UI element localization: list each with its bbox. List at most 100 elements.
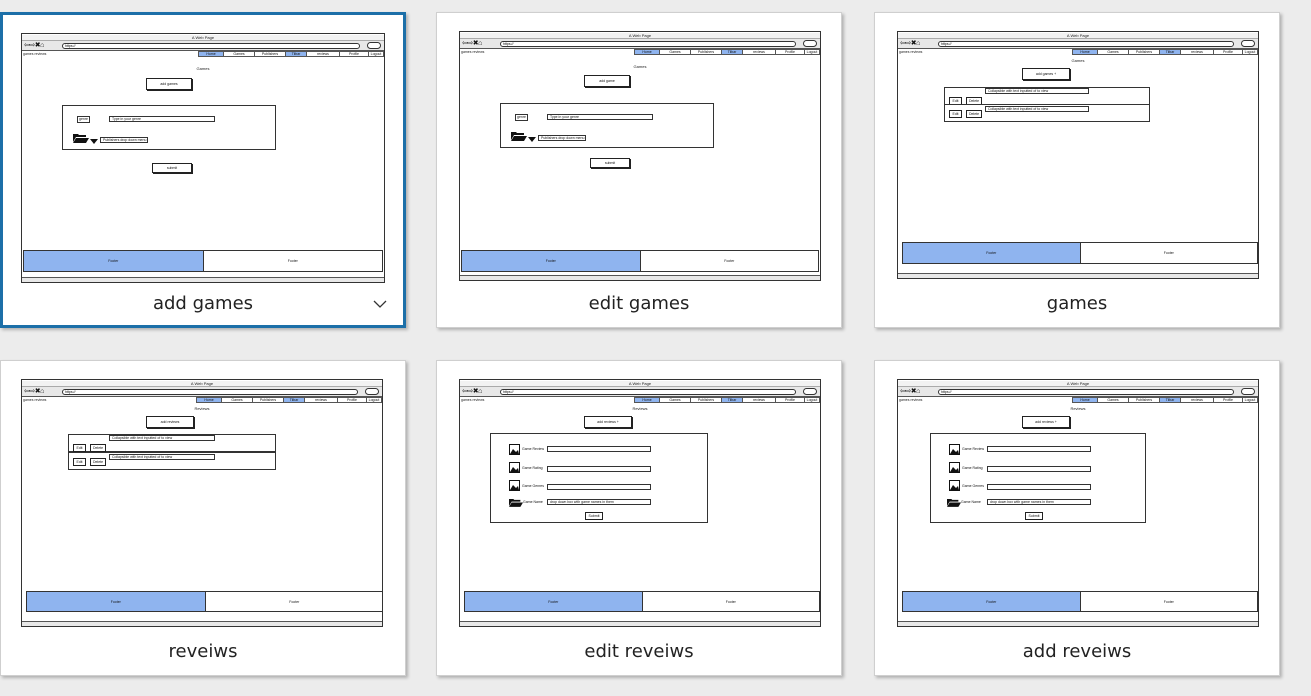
card-label: games [1046, 293, 1108, 314]
card-games[interactable]: A Web Page ⇦⇨✖⌂ https:// games reviews H… [874, 12, 1280, 328]
card-edit-reveiws[interactable]: A Web Page ⇦⇨✖⌂ https:// games reviews H… [436, 360, 842, 676]
add-reviews-button: add reviews + [1022, 416, 1070, 428]
nav-games: Games [221, 397, 253, 403]
card-add-games[interactable]: A Web Page ⇦⇨✖⌂ https:// games reviews H… [0, 12, 406, 328]
delete-button: Delete [966, 110, 982, 118]
publishers-dropdown: Publishers drop down menu [100, 137, 148, 143]
nav-profile: Profile [775, 49, 805, 55]
nav-games: Games [223, 51, 255, 57]
nav-tilbar: Tilbar [1159, 49, 1181, 55]
nav-reviews: reviews [304, 397, 338, 403]
status-bar [460, 275, 820, 280]
game-row: Edit Delete Collapsible with text inputt… [944, 87, 1150, 105]
game-genres-input [547, 484, 651, 490]
nav-games: Games [1097, 397, 1129, 403]
collapsible-text: Collapsible with text inputted of to vie… [109, 435, 215, 441]
add-game-button: add game [584, 75, 630, 87]
site-name: games reviews [461, 398, 485, 402]
game-rating-input [987, 466, 1091, 472]
chevron-down-icon[interactable] [373, 297, 387, 311]
footer-left: Footer [24, 251, 204, 271]
form-panel: genre Type in your genre Publishers drop… [62, 105, 276, 150]
card-label: edit games [588, 293, 690, 314]
image-icon [509, 462, 520, 473]
footer: Footer Footer [902, 591, 1258, 612]
nav-publishers: Publishers [1128, 49, 1160, 55]
nav-logout: Logout [366, 397, 382, 403]
review-form-panel: Game Review Game Rating Game Genres Game… [930, 433, 1146, 523]
nav-reviews: reviews [1180, 49, 1214, 55]
nav-logout: Logout [804, 397, 820, 403]
nav-profile: Profile [1213, 49, 1243, 55]
search-icon [365, 388, 379, 395]
folder-icon [73, 134, 89, 143]
nav-home: Home [198, 51, 224, 57]
card-reveiws[interactable]: A Web Page ⇦⇨✖⌂ https:// games reviews H… [0, 360, 406, 676]
dropdown-triangle-icon [528, 137, 536, 142]
browser-nav-icons: ⇦⇨✖⌂ [24, 42, 44, 49]
footer-right: Footer [1080, 243, 1257, 263]
field-label: Game Genres [522, 484, 544, 488]
url-field: https:// [938, 41, 1234, 47]
status-bar [898, 621, 1258, 626]
search-icon [803, 388, 817, 395]
edit-button: Edit [73, 458, 86, 466]
footer: Footer Footer [461, 250, 819, 272]
url-field: https:// [500, 41, 796, 47]
nav-reviews: reviews [1180, 397, 1214, 403]
folder-icon [947, 499, 961, 507]
nav-logout: Logout [368, 51, 384, 57]
nav-logout: Logout [1242, 397, 1258, 403]
nav-bar: Home Games Publishers Tilbar reviews Pro… [634, 397, 820, 403]
card-edit-games[interactable]: A Web Page ⇦⇨✖⌂ https:// games reviews H… [436, 12, 842, 328]
footer-right: Footer [203, 251, 382, 271]
search-icon [1241, 40, 1255, 47]
browser-toolbar: ⇦⇨✖⌂ https:// [22, 387, 382, 397]
genre-input: Type in your genre [547, 114, 653, 120]
nav-publishers: Publishers [252, 397, 284, 403]
site-name: games reviews [899, 398, 923, 402]
game-rating-input [547, 466, 651, 472]
collapsible-text: Collapsible with text inputted of to vie… [109, 454, 215, 460]
card-label: edit reveiws [584, 641, 694, 662]
nav-home: Home [634, 49, 660, 55]
delete-button: Delete [90, 444, 106, 452]
browser-toolbar: ⇦⇨✖⌂ https:// [22, 41, 384, 51]
folder-icon [509, 499, 523, 507]
add-games-button: add games + [1022, 68, 1070, 80]
nav-home: Home [1072, 397, 1098, 403]
site-name: games reviews [23, 398, 47, 402]
browser-nav-icons: ⇦⇨✖⌂ [462, 40, 482, 47]
page-heading: Reviews [194, 406, 210, 411]
url-field: https:// [62, 389, 358, 395]
nav-publishers: Publishers [1128, 397, 1160, 403]
browser-nav-icons: ⇦⇨✖⌂ [900, 388, 920, 395]
wireframe-thumbnail: A Web Page ⇦⇨✖⌂ https:// games reviews H… [21, 33, 385, 283]
nav-tilbar: Tilbar [721, 397, 743, 403]
search-icon [367, 42, 381, 49]
add-reviews-button: add reviews [146, 416, 194, 428]
image-icon [949, 462, 960, 473]
nav-profile: Profile [775, 397, 805, 403]
nav-tilbar: Tilbar [1159, 397, 1181, 403]
edit-button: Edit [949, 110, 962, 118]
review-row: Edit Delete Collapsible with text inputt… [68, 452, 276, 470]
nav-reviews: reviews [742, 397, 776, 403]
card-label: reveiws [168, 641, 238, 662]
card-add-reveiws[interactable]: A Web Page ⇦⇨✖⌂ https:// games reviews H… [874, 360, 1280, 676]
collapsible-text: Collapsible with text inputted of to vie… [985, 106, 1089, 112]
footer: Footer Footer [464, 591, 820, 612]
edit-button: Edit [73, 444, 86, 452]
status-bar [22, 277, 384, 282]
folder-icon [511, 132, 527, 141]
nav-logout: Logout [804, 49, 820, 55]
game-review-input [987, 446, 1091, 452]
wireframe-thumbnail: A Web Page ⇦⇨✖⌂ https:// games reviews H… [897, 31, 1259, 279]
image-icon [949, 480, 960, 491]
url-field: https:// [500, 389, 796, 395]
wireframe-thumbnail: A Web Page ⇦⇨✖⌂ https:// games reviews H… [897, 379, 1259, 627]
site-name: games reviews [461, 50, 485, 54]
nav-bar: Home Games Publishers Tilbar reviews Pro… [634, 49, 820, 55]
nav-games: Games [1097, 49, 1129, 55]
image-icon [509, 444, 520, 455]
